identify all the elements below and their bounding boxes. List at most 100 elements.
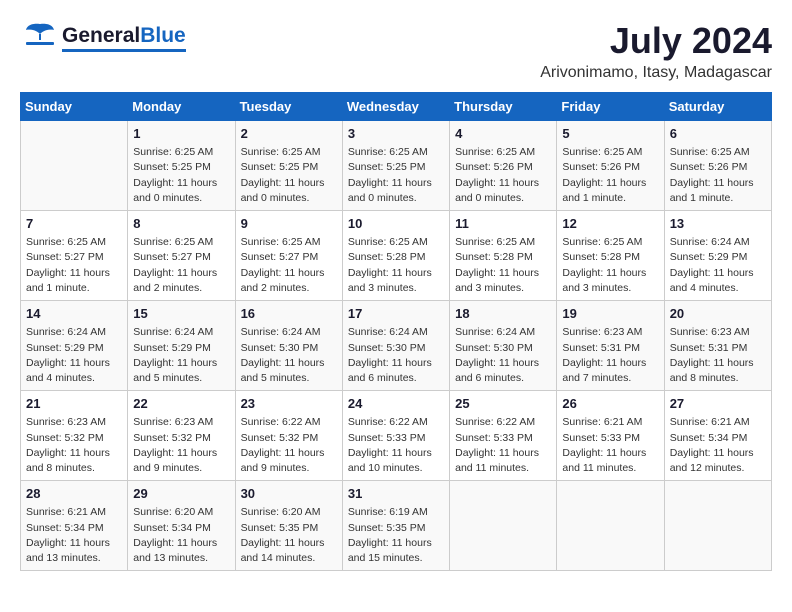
day-number: 29 (133, 485, 229, 503)
calendar-cell: 16 Sunrise: 6:24 AMSunset: 5:30 PMDayligh… (235, 301, 342, 391)
day-info: Sunrise: 6:25 AMSunset: 5:27 PMDaylight:… (133, 235, 229, 296)
logo-text: General Blue (62, 25, 186, 52)
day-number: 8 (133, 215, 229, 233)
day-number: 31 (348, 485, 444, 503)
logo-bird-icon (22, 20, 58, 56)
day-number: 5 (562, 125, 658, 143)
calendar-cell: 20Sunrise: 6:23 AMSunset: 5:31 PMDayligh… (664, 301, 771, 391)
day-info: Sunrise: 6:22 AMSunset: 5:33 PMDaylight:… (455, 415, 551, 476)
calendar-cell: 18Sunrise: 6:24 AMSunset: 5:30 PMDayligh… (450, 301, 557, 391)
day-number: 7 (26, 215, 122, 233)
calendar-week-2: 7 Sunrise: 6:25 AMSunset: 5:27 PMDaylight… (21, 211, 772, 301)
calendar-cell: 25 Sunrise: 6:22 AMSunset: 5:33 PMDayligh… (450, 391, 557, 481)
day-info: Sunrise: 6:25 AMSunset: 5:26 PMDaylight:… (670, 145, 766, 206)
title-area: July 2024 Arivonimamo, Itasy, Madagascar (540, 20, 772, 82)
day-number: 18 (455, 305, 551, 323)
calendar-cell (21, 121, 128, 211)
day-info: Sunrise: 6:22 AMSunset: 5:33 PMDaylight:… (348, 415, 444, 476)
day-info: Sunrise: 6:25 AMSunset: 5:26 PMDaylight:… (562, 145, 658, 206)
calendar-cell: 30 Sunrise: 6:20 AMSunset: 5:35 PMDayligh… (235, 481, 342, 571)
logo: General Blue (20, 20, 186, 56)
logo-general-text: General (62, 25, 140, 46)
day-info: Sunrise: 6:20 AMSunset: 5:34 PMDaylight:… (133, 505, 229, 566)
calendar-cell: 11Sunrise: 6:25 AMSunset: 5:28 PMDayligh… (450, 211, 557, 301)
day-number: 22 (133, 395, 229, 413)
calendar-cell (557, 481, 664, 571)
day-info: Sunrise: 6:25 AMSunset: 5:25 PMDaylight:… (133, 145, 229, 206)
day-info: Sunrise: 6:23 AMSunset: 5:31 PMDaylight:… (562, 325, 658, 386)
day-info: Sunrise: 6:24 AMSunset: 5:30 PMDaylight:… (241, 325, 337, 386)
calendar-cell: 7 Sunrise: 6:25 AMSunset: 5:27 PMDaylight… (21, 211, 128, 301)
month-year-title: July 2024 (540, 20, 772, 62)
calendar-cell: 14 Sunrise: 6:24 AMSunset: 5:29 PMDayligh… (21, 301, 128, 391)
column-header-sunday: Sunday (21, 93, 128, 121)
calendar-cell: 10 Sunrise: 6:25 AMSunset: 5:28 PMDayligh… (342, 211, 449, 301)
day-number: 15 (133, 305, 229, 323)
calendar-week-3: 14 Sunrise: 6:24 AMSunset: 5:29 PMDayligh… (21, 301, 772, 391)
day-number: 3 (348, 125, 444, 143)
day-number: 27 (670, 395, 766, 413)
day-number: 25 (455, 395, 551, 413)
calendar-table: SundayMondayTuesdayWednesdayThursdayFrid… (20, 92, 772, 571)
column-header-saturday: Saturday (664, 93, 771, 121)
day-number: 10 (348, 215, 444, 233)
calendar-cell: 19 Sunrise: 6:23 AMSunset: 5:31 PMDayligh… (557, 301, 664, 391)
day-info: Sunrise: 6:21 AMSunset: 5:34 PMDaylight:… (26, 505, 122, 566)
day-info: Sunrise: 6:23 AMSunset: 5:32 PMDaylight:… (26, 415, 122, 476)
day-number: 6 (670, 125, 766, 143)
day-number: 4 (455, 125, 551, 143)
calendar-week-5: 28Sunrise: 6:21 AMSunset: 5:34 PMDayligh… (21, 481, 772, 571)
day-number: 23 (241, 395, 337, 413)
calendar-cell: 13 Sunrise: 6:24 AMSunset: 5:29 PMDayligh… (664, 211, 771, 301)
day-number: 30 (241, 485, 337, 503)
calendar-cell: 2 Sunrise: 6:25 AMSunset: 5:25 PMDaylight… (235, 121, 342, 211)
column-header-wednesday: Wednesday (342, 93, 449, 121)
day-number: 24 (348, 395, 444, 413)
column-header-friday: Friday (557, 93, 664, 121)
day-info: Sunrise: 6:25 AMSunset: 5:28 PMDaylight:… (562, 235, 658, 296)
day-number: 14 (26, 305, 122, 323)
day-info: Sunrise: 6:25 AMSunset: 5:27 PMDaylight:… (241, 235, 337, 296)
day-info: Sunrise: 6:20 AMSunset: 5:35 PMDaylight:… (241, 505, 337, 566)
calendar-week-4: 21Sunrise: 6:23 AMSunset: 5:32 PMDayligh… (21, 391, 772, 481)
calendar-cell: 29 Sunrise: 6:20 AMSunset: 5:34 PMDayligh… (128, 481, 235, 571)
calendar-cell (664, 481, 771, 571)
day-number: 26 (562, 395, 658, 413)
calendar-cell: 15Sunrise: 6:24 AMSunset: 5:29 PMDayligh… (128, 301, 235, 391)
day-number: 1 (133, 125, 229, 143)
calendar-cell: 27Sunrise: 6:21 AMSunset: 5:34 PMDayligh… (664, 391, 771, 481)
logo-blue-text: Blue (140, 25, 186, 46)
location-subtitle: Arivonimamo, Itasy, Madagascar (540, 64, 772, 82)
calendar-cell: 24 Sunrise: 6:22 AMSunset: 5:33 PMDayligh… (342, 391, 449, 481)
calendar-cell: 17 Sunrise: 6:24 AMSunset: 5:30 PMDayligh… (342, 301, 449, 391)
calendar-cell: 31 Sunrise: 6:19 AMSunset: 5:35 PMDayligh… (342, 481, 449, 571)
calendar-cell: 28Sunrise: 6:21 AMSunset: 5:34 PMDayligh… (21, 481, 128, 571)
day-info: Sunrise: 6:19 AMSunset: 5:35 PMDaylight:… (348, 505, 444, 566)
day-info: Sunrise: 6:21 AMSunset: 5:33 PMDaylight:… (562, 415, 658, 476)
day-info: Sunrise: 6:25 AMSunset: 5:25 PMDaylight:… (241, 145, 337, 206)
day-number: 2 (241, 125, 337, 143)
day-info: Sunrise: 6:24 AMSunset: 5:29 PMDaylight:… (26, 325, 122, 386)
calendar-week-1: 1 Sunrise: 6:25 AMSunset: 5:25 PMDaylight… (21, 121, 772, 211)
day-number: 13 (670, 215, 766, 233)
day-number: 17 (348, 305, 444, 323)
day-info: Sunrise: 6:25 AMSunset: 5:28 PMDaylight:… (348, 235, 444, 296)
column-header-thursday: Thursday (450, 93, 557, 121)
column-header-tuesday: Tuesday (235, 93, 342, 121)
day-info: Sunrise: 6:24 AMSunset: 5:29 PMDaylight:… (670, 235, 766, 296)
calendar-cell: 8 Sunrise: 6:25 AMSunset: 5:27 PMDaylight… (128, 211, 235, 301)
calendar-header: SundayMondayTuesdayWednesdayThursdayFrid… (21, 93, 772, 121)
day-number: 9 (241, 215, 337, 233)
day-number: 16 (241, 305, 337, 323)
day-number: 12 (562, 215, 658, 233)
column-header-monday: Monday (128, 93, 235, 121)
calendar-cell: 12 Sunrise: 6:25 AMSunset: 5:28 PMDayligh… (557, 211, 664, 301)
calendar-cell: 6 Sunrise: 6:25 AMSunset: 5:26 PMDaylight… (664, 121, 771, 211)
calendar-cell: 21Sunrise: 6:23 AMSunset: 5:32 PMDayligh… (21, 391, 128, 481)
day-info: Sunrise: 6:23 AMSunset: 5:31 PMDaylight:… (670, 325, 766, 386)
day-info: Sunrise: 6:25 AMSunset: 5:27 PMDaylight:… (26, 235, 122, 296)
day-number: 19 (562, 305, 658, 323)
day-info: Sunrise: 6:25 AMSunset: 5:26 PMDaylight:… (455, 145, 551, 206)
calendar-cell: 26 Sunrise: 6:21 AMSunset: 5:33 PMDayligh… (557, 391, 664, 481)
day-info: Sunrise: 6:24 AMSunset: 5:30 PMDaylight:… (348, 325, 444, 386)
